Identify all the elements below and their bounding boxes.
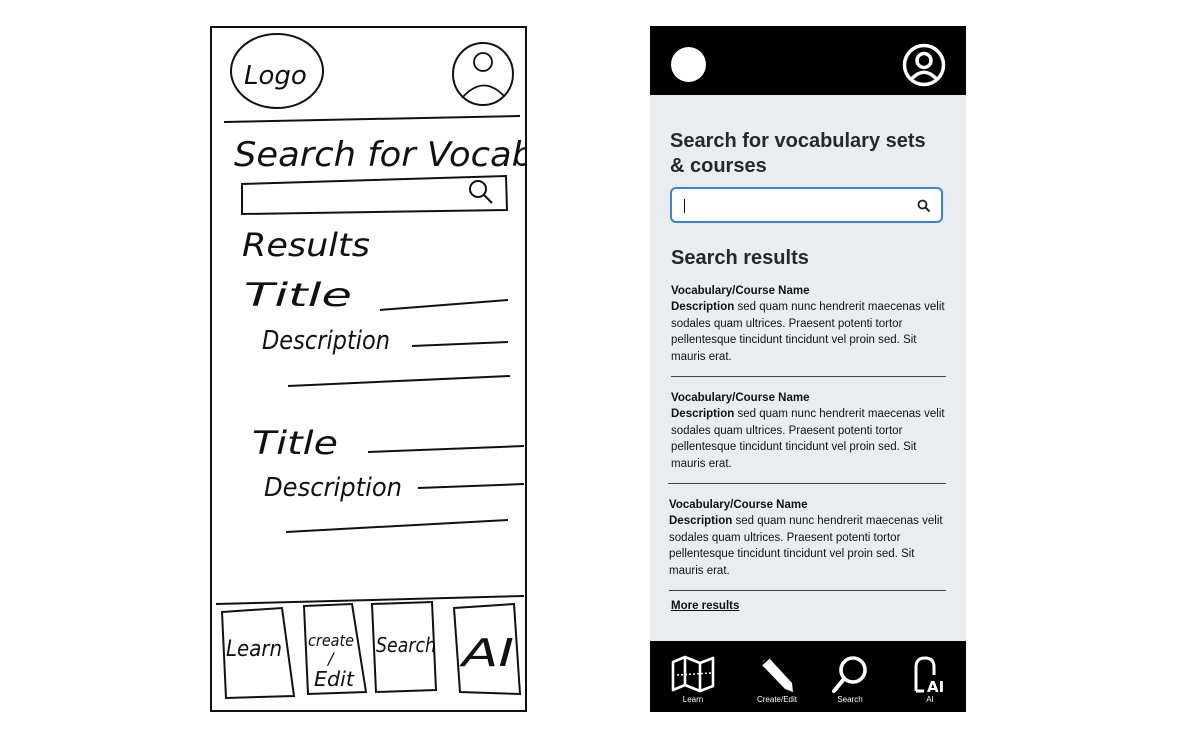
result-description: Description sed quam nunc hendrerit maec…: [671, 406, 946, 472]
sketch-logo-text: Logo: [244, 61, 307, 91]
sketch-search-heading: Search for Vocab: [234, 135, 527, 175]
sketch-title-2: Title: [252, 424, 338, 462]
search-heading: Search for vocabulary sets & courses: [670, 130, 926, 177]
result-name: Vocabulary/Course Name: [669, 499, 808, 511]
text-caret: [684, 199, 685, 213]
nav-label: Search: [837, 695, 863, 704]
map-icon: [671, 655, 715, 693]
pencil-icon: [760, 657, 793, 692]
sketch-nav-create: create: [308, 631, 354, 650]
search-icon[interactable]: [917, 199, 931, 213]
divider: [668, 483, 946, 484]
results-heading: Search results: [671, 247, 809, 269]
nav-label: Create/Edit: [756, 695, 798, 704]
result-item[interactable]: Vocabulary/Course Name Description sed q…: [671, 283, 946, 365]
divider: [669, 590, 946, 591]
nav-create-edit[interactable]: Create/Edit: [747, 641, 807, 712]
nav-learn[interactable]: Learn: [663, 641, 723, 712]
bottom-nav: Learn Create/Edit Search AI AI: [650, 641, 966, 712]
user-circle-icon: [902, 43, 946, 87]
top-bar: [650, 26, 966, 95]
ai-icon: AI: [914, 656, 944, 695]
search-icon: [832, 656, 867, 693]
nav-label: Learn: [682, 695, 704, 704]
profile-button[interactable]: [901, 42, 947, 88]
description-label: Description: [671, 408, 735, 421]
main-content: Search for vocabulary sets & courses Sea…: [650, 95, 966, 641]
sketch-nav-search: Search: [376, 633, 436, 657]
sketch-nav-ai: AI: [458, 631, 514, 675]
mobile-mockup: Search for vocabulary sets & courses Sea…: [650, 26, 966, 712]
result-description: Description sed quam nunc hendrerit maec…: [671, 299, 946, 365]
result-name: Vocabulary/Course Name: [671, 392, 810, 404]
result-name: Vocabulary/Course Name: [671, 285, 810, 297]
sketch-title-1: Title: [244, 276, 352, 314]
sketch-description-2: Description: [264, 473, 402, 503]
divider: [671, 376, 946, 377]
sketch-nav-edit: Edit: [314, 667, 355, 691]
nav-ai[interactable]: AI AI: [900, 641, 960, 712]
sketch-results-label: Results: [242, 226, 370, 264]
description-label: Description: [669, 515, 733, 528]
result-item[interactable]: Vocabulary/Course Name Description sed q…: [671, 390, 946, 472]
logo[interactable]: [671, 47, 706, 82]
sketch-description-1: Description: [262, 326, 390, 356]
sketch-wireframe: Logo Search for Vocab Results Title Desc…: [210, 26, 527, 712]
svg-text:AI: AI: [927, 678, 944, 695]
more-results-link[interactable]: More results: [671, 600, 739, 612]
sketch-nav-learn: Learn: [226, 637, 282, 662]
result-item[interactable]: Vocabulary/Course Name Description sed q…: [669, 497, 944, 579]
nav-label: AI: [926, 695, 934, 704]
description-label: Description: [671, 301, 735, 314]
search-bar[interactable]: [670, 187, 943, 223]
nav-search[interactable]: Search: [820, 641, 880, 712]
search-input[interactable]: [682, 195, 902, 215]
result-description: Description sed quam nunc hendrerit maec…: [669, 513, 944, 579]
